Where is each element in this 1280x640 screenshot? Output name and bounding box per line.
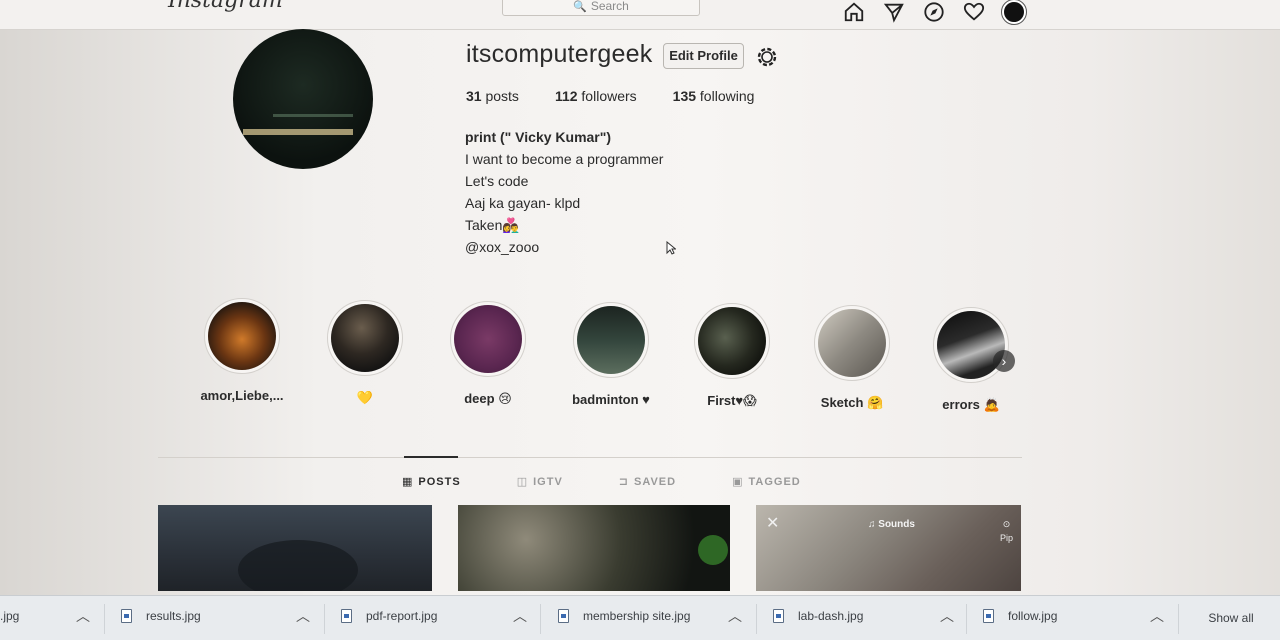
highlight-cover	[204, 298, 280, 374]
download-item[interactable]: follow.jpg	[983, 609, 1057, 623]
highlight-cover	[327, 300, 403, 376]
bio-line: Let's code	[465, 173, 529, 189]
search-icon: 🔍	[573, 1, 587, 13]
bio-mention-link[interactable]: @xox_zooo	[465, 236, 663, 258]
highlight-cover	[573, 302, 649, 378]
profile-bio: print (" Vicky Kumar") I want to become …	[465, 126, 663, 258]
tab-posts[interactable]: ▦ POSTS	[402, 475, 461, 489]
active-tab-indicator	[404, 456, 458, 458]
igtv-icon: ◫	[516, 476, 529, 488]
post-thumbnail[interactable]	[158, 505, 432, 591]
download-item[interactable]: membership site.jpg	[558, 609, 690, 623]
highlight-item[interactable]: 💛	[310, 300, 420, 406]
posts-count: 31 posts	[466, 88, 519, 104]
file-icon	[341, 609, 352, 623]
profile-stats: 31 posts 112 followers 135 following	[466, 88, 790, 104]
download-item[interactable]: pdf-report.jpg	[341, 609, 437, 623]
search-placeholder: Search	[590, 0, 629, 13]
highlight-label: errors 🙇	[942, 397, 1000, 412]
highlight-item[interactable]: badminton ♥	[556, 302, 666, 407]
file-icon	[121, 609, 132, 623]
chevron-up-icon[interactable]: ︿	[76, 606, 90, 626]
profile-avatar[interactable]	[1001, 0, 1027, 25]
download-item[interactable]: .jpg	[0, 609, 19, 623]
tab-tagged[interactable]: ▣ TAGGED	[732, 475, 801, 489]
bio-name: print (" Vicky Kumar")	[465, 129, 612, 145]
settings-gear-icon[interactable]	[755, 45, 779, 69]
followers-link[interactable]: 112 followers	[555, 88, 637, 104]
highlight-label: deep 😢	[464, 391, 512, 406]
highlight-label: badminton ♥	[572, 392, 650, 407]
direct-icon[interactable]	[882, 0, 906, 24]
download-item[interactable]: results.jpg	[121, 609, 201, 623]
bio-line: Taken👩‍❤️‍👨	[465, 217, 520, 233]
highlights-next-arrow-icon[interactable]: ›	[993, 350, 1015, 372]
following-link[interactable]: 135 following	[673, 88, 755, 104]
mouse-cursor-icon	[666, 240, 677, 255]
highlight-label: Sketch 🤗	[820, 395, 884, 410]
highlight-label: amor,Liebe,...	[200, 388, 284, 403]
highlight-item[interactable]: amor,Liebe,...	[187, 298, 297, 403]
bio-line: I want to become a programmer	[465, 151, 664, 167]
tab-divider	[158, 457, 1022, 458]
chevron-up-icon[interactable]: ︿	[1150, 606, 1164, 626]
highlight-item[interactable]: First♥😱	[677, 303, 787, 409]
activity-heart-icon[interactable]	[962, 0, 986, 24]
chevron-up-icon[interactable]: ︿	[728, 606, 742, 626]
download-item[interactable]: lab-dash.jpg	[773, 609, 863, 623]
highlight-label: 💛	[356, 390, 374, 405]
downloads-bar: .jpg ︿ results.jpg ︿ pdf-report.jpg ︿ me…	[0, 595, 1280, 640]
tab-saved[interactable]: ⊐ SAVED	[618, 475, 676, 489]
nav-icons	[842, 0, 1027, 25]
close-icon: ✕	[766, 515, 780, 532]
instagram-logo[interactable]: Instagram	[168, 0, 283, 13]
tab-igtv[interactable]: ◫ IGTV	[516, 475, 563, 489]
chevron-up-icon[interactable]: ︿	[940, 606, 954, 626]
file-icon	[773, 609, 784, 623]
highlight-label: First♥😱	[707, 393, 757, 408]
explore-icon[interactable]	[922, 0, 946, 24]
profile-tabs: ▦ POSTS ◫ IGTV ⊐ SAVED ▣ TAGGED	[402, 475, 801, 489]
top-nav-bar: Instagram 🔍 Search	[0, 0, 1280, 30]
bookmark-icon: ⊐	[618, 476, 629, 488]
highlight-cover	[694, 303, 770, 379]
grid-icon: ▦	[402, 476, 414, 488]
highlight-item[interactable]: Sketch 🤗	[797, 305, 907, 411]
chevron-up-icon[interactable]: ︿	[296, 606, 310, 626]
file-icon	[983, 609, 994, 623]
home-icon[interactable]	[842, 0, 866, 24]
highlight-item[interactable]: deep 😢	[433, 301, 543, 407]
highlight-cover	[933, 307, 1009, 383]
bio-line: Aaj ka gayan- klpd	[465, 195, 581, 211]
post-thumbnail[interactable]: ✕ ♫ Sounds ⊙ Pip	[756, 505, 1021, 591]
search-input[interactable]: 🔍 Search	[502, 0, 700, 16]
file-icon	[558, 609, 569, 623]
chevron-up-icon[interactable]: ︿	[513, 606, 527, 626]
tagged-icon: ▣	[732, 476, 744, 488]
highlight-cover	[450, 301, 526, 377]
profile-username: itscomputergeek	[466, 40, 653, 68]
side-controls: ⊙ Pip	[999, 519, 1013, 543]
highlight-cover	[814, 305, 890, 381]
post-thumbnail[interactable]	[458, 505, 730, 591]
profile-picture[interactable]	[233, 29, 373, 169]
show-all-button[interactable]: Show all	[1196, 605, 1266, 631]
sounds-label: ♫ Sounds	[868, 519, 915, 530]
edit-profile-button[interactable]: Edit Profile	[663, 43, 744, 69]
